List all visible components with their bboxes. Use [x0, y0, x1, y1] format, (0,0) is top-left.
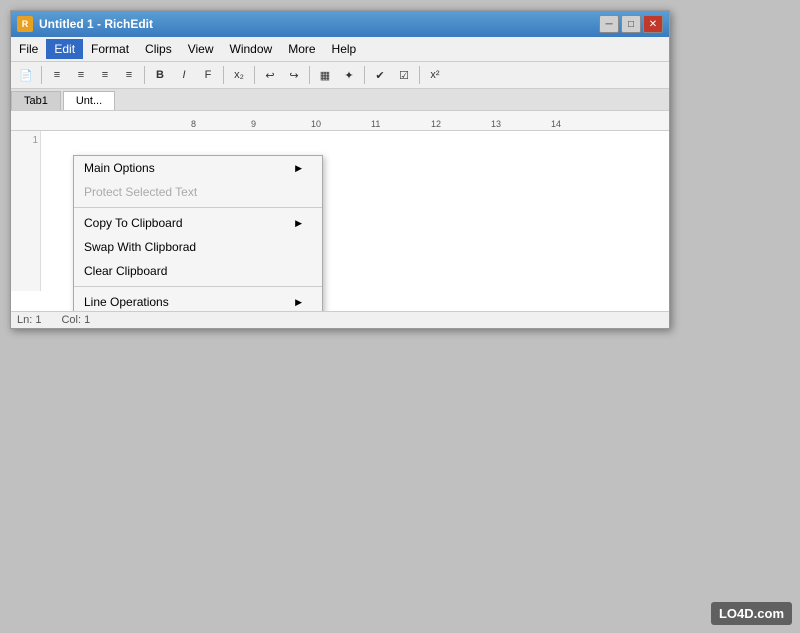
tb-sep7 [419, 66, 420, 84]
menu-help[interactable]: Help [324, 39, 365, 59]
tb-align-justify[interactable]: ≡ [118, 64, 140, 86]
ruler-9: 9 [251, 111, 256, 131]
ruler: 8 9 10 11 12 13 14 [11, 111, 669, 131]
menu-line-ops[interactable]: Line Operations [74, 290, 322, 311]
ruler-14: 14 [551, 111, 561, 131]
tb-undo[interactable]: ↩ [259, 64, 281, 86]
status-col: Col: 1 [61, 314, 90, 326]
tb-check1[interactable]: ✔ [369, 64, 391, 86]
tb-sep3 [223, 66, 224, 84]
tb-check2[interactable]: ☑ [393, 64, 415, 86]
tb-sep5 [309, 66, 310, 84]
ruler-8: 8 [191, 111, 196, 131]
tb-align-right[interactable]: ≡ [94, 64, 116, 86]
status-ln: Ln: 1 [17, 314, 41, 326]
tab-1[interactable]: Tab1 [11, 91, 61, 110]
menu-window[interactable]: Window [222, 39, 281, 59]
minimize-button[interactable]: ─ [599, 15, 619, 33]
ruler-10: 10 [311, 111, 321, 131]
app-icon: R [17, 16, 33, 32]
tb-sup[interactable]: x² [424, 64, 446, 86]
title-controls: ─ □ ✕ [599, 15, 663, 33]
title-bar: R Untitled 1 - RichEdit ─ □ ✕ [11, 11, 669, 37]
tb-font[interactable]: F [197, 64, 219, 86]
menu-copy-clipboard[interactable]: Copy To Clipboard [74, 211, 322, 235]
tb-sep6 [364, 66, 365, 84]
menu-swap-clipboard[interactable]: Swap With Clipborad [74, 235, 322, 259]
menu-bar: File Edit Format Clips View Window More … [11, 37, 669, 62]
tb-italic[interactable]: I [173, 64, 195, 86]
tb-table[interactable]: ▦ [314, 64, 336, 86]
tb-align-left[interactable]: ≡ [46, 64, 68, 86]
editor-area: 8 9 10 11 12 13 14 1 Main Options Protec… [11, 111, 669, 311]
menu-clips[interactable]: Clips [137, 39, 180, 59]
menu-main-options[interactable]: Main Options [74, 156, 322, 180]
ruler-11: 11 [371, 111, 380, 131]
menu-file[interactable]: File [11, 39, 46, 59]
tb-sub[interactable]: x₂ [228, 64, 250, 86]
tab-untitled[interactable]: Unt... [63, 91, 115, 110]
tab-bar: Tab1 Unt... [11, 89, 669, 111]
tb-select[interactable]: ✦ [338, 64, 360, 86]
close-button[interactable]: ✕ [643, 15, 663, 33]
sep2 [74, 286, 322, 287]
ruler-13: 13 [491, 111, 501, 131]
menu-edit[interactable]: Edit [46, 39, 83, 59]
window-title: Untitled 1 - RichEdit [39, 17, 153, 31]
tb-sep4 [254, 66, 255, 84]
ruler-12: 12 [431, 111, 441, 131]
line-numbers: 1 [11, 131, 41, 291]
menu-format[interactable]: Format [83, 39, 137, 59]
menu-clear-clipboard[interactable]: Clear Clipboard [74, 259, 322, 283]
tb-bold[interactable]: B [149, 64, 171, 86]
title-bar-left: R Untitled 1 - RichEdit [17, 16, 153, 32]
main-window: R Untitled 1 - RichEdit ─ □ ✕ File Edit … [10, 10, 670, 329]
edit-dropdown[interactable]: Main Options Protect Selected Text Copy … [73, 155, 323, 311]
tb-redo[interactable]: ↪ [283, 64, 305, 86]
maximize-button[interactable]: □ [621, 15, 641, 33]
tb-new[interactable]: 📄 [15, 64, 37, 86]
menu-protect-text: Protect Selected Text [74, 180, 322, 204]
menu-more[interactable]: More [280, 39, 323, 59]
tb-sep1 [41, 66, 42, 84]
tb-align-center[interactable]: ≡ [70, 64, 92, 86]
menu-view[interactable]: View [180, 39, 222, 59]
sep1 [74, 207, 322, 208]
watermark: LO4D.com [711, 602, 792, 625]
status-bar: Ln: 1 Col: 1 [11, 311, 669, 328]
toolbar: 📄 ≡ ≡ ≡ ≡ B I F x₂ ↩ ↪ ▦ ✦ ✔ ☑ x² [11, 62, 669, 89]
tb-sep2 [144, 66, 145, 84]
